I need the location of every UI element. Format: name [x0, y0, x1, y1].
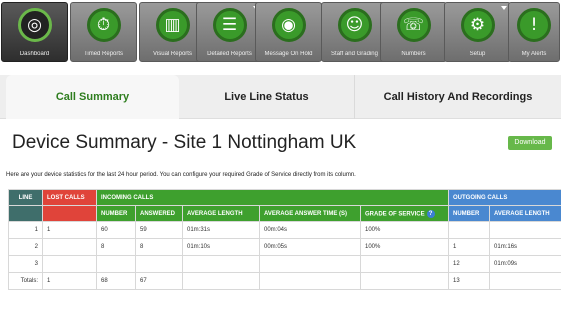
summary-description: Here are your device statistics for the …: [6, 172, 356, 178]
dashboard-icon: ◎: [17, 8, 52, 42]
device-stats-table: LINE LOST CALLS INCOMING CALLS OUTGOING …: [8, 189, 561, 290]
outgoing-number-cell: 1: [448, 238, 491, 256]
average-length-total: [182, 272, 260, 290]
grade-of-service-cell[interactable]: 100%: [359, 238, 450, 256]
table-group-header-row: LINE LOST CALLS INCOMING CALLS OUTGOING …: [8, 189, 561, 206]
totals-row: Totals: 1 68 67 13: [8, 272, 561, 290]
setup-button[interactable]: ⚙ Setup: [444, 2, 511, 62]
lost-calls-cell: 1: [42, 221, 97, 239]
incoming-number-cell: [96, 255, 136, 273]
average-length-cell: 01m:10s: [182, 238, 260, 256]
bar-chart-icon: ▥: [155, 8, 190, 42]
chevron-down-icon: [501, 6, 507, 10]
grade-of-service-label: GRADE OF SERVICE: [365, 211, 425, 218]
message-on-hold-button[interactable]: ◉ Message On Hold: [255, 2, 322, 62]
answered-cell: [135, 255, 183, 273]
message-on-hold-label: Message On Hold: [264, 51, 313, 57]
line-cell: 1: [8, 221, 43, 239]
answered-header[interactable]: ANSWERED: [135, 205, 183, 222]
help-icon[interactable]: ?: [426, 209, 435, 218]
setup-label: Setup: [469, 51, 486, 57]
line-subheader: [8, 205, 43, 222]
table-row: 3 12 01m:09s: [8, 255, 561, 273]
lost-calls-cell: [42, 238, 97, 256]
stopwatch-icon: ⏱: [86, 8, 121, 42]
average-answer-time-total: [259, 272, 361, 290]
incoming-calls-header: INCOMING CALLS: [95, 189, 450, 206]
outgoing-average-length-total: [489, 272, 561, 290]
dashboard-button[interactable]: ◎ Dashboard: [1, 2, 68, 62]
tab-call-summary[interactable]: Call Summary: [6, 75, 179, 119]
line-cell: 2: [8, 238, 43, 256]
outgoing-average-length-cell: 01m:16s: [489, 238, 561, 256]
lost-subheader: [42, 205, 97, 222]
incoming-number-header[interactable]: NUMBER: [96, 205, 136, 222]
average-answer-time-cell: 00m:04s: [259, 221, 361, 239]
alert-icon: !: [517, 8, 551, 42]
numbers-label: Numbers: [401, 51, 426, 57]
report-list-icon: ☰: [212, 8, 247, 42]
grade-of-service-header[interactable]: GRADE OF SERVICE?: [359, 205, 450, 222]
main-toolbar: ◎ Dashboard ⏱ Timed Reports ▥ Visual Rep…: [0, 0, 561, 66]
line-cell: 3: [8, 255, 43, 273]
table-sub-header-row: NUMBER ANSWERED AVERAGE LENGTH AVERAGE A…: [8, 205, 561, 222]
average-length-cell: [182, 255, 260, 273]
timed-reports-button[interactable]: ⏱ Timed Reports: [70, 2, 137, 62]
table-row: 2 8 8 01m:10s 00m:05s 100% 1 01m:16s: [8, 238, 561, 256]
answered-total: 67: [135, 272, 183, 290]
outgoing-number-cell: [448, 221, 491, 239]
average-answer-time-cell: 00m:05s: [259, 238, 361, 256]
my-alerts-button[interactable]: ! My Alerts: [508, 2, 560, 62]
download-button[interactable]: Download: [508, 136, 552, 150]
outgoing-average-length-cell: 01m:09s: [489, 255, 561, 273]
dashboard-label: Dashboard: [19, 51, 50, 57]
answered-cell: 59: [135, 221, 183, 239]
average-answer-time-cell: [259, 255, 361, 273]
tab-call-history[interactable]: Call History And Recordings: [355, 75, 561, 119]
detailed-reports-button[interactable]: ☰ Detailed Reports: [196, 2, 263, 62]
outgoing-number-total: 13: [448, 272, 491, 290]
answered-cell: 8: [135, 238, 183, 256]
gear-icon: ⚙: [460, 8, 495, 42]
lost-calls-header: LOST CALLS: [42, 189, 97, 206]
staff-icon: ☺: [337, 8, 372, 42]
page-title: Device Summary - Site 1 Nottingham UK: [12, 132, 357, 153]
grade-of-service-cell[interactable]: 100%: [359, 221, 450, 239]
numbers-button[interactable]: ☏ Numbers: [380, 2, 447, 62]
outgoing-average-length-cell: [489, 221, 561, 239]
average-length-header[interactable]: AVERAGE LENGTH: [182, 205, 260, 222]
average-answer-time-header[interactable]: AVERAGE ANSWER TIME (S): [259, 205, 361, 222]
grade-of-service-total: [359, 272, 450, 290]
lost-calls-cell: [42, 255, 97, 273]
outgoing-number-cell: 12: [448, 255, 491, 273]
staff-and-grading-label: Staff and Grading: [331, 51, 378, 57]
table-row: 1 1 60 59 01m:31s 00m:04s 100%: [8, 221, 561, 239]
timed-reports-label: Timed Reports: [83, 51, 124, 57]
phone-icon: ☏: [396, 8, 431, 42]
outgoing-average-length-header[interactable]: AVERAGE LENGTH: [489, 205, 561, 222]
tab-live-line-status[interactable]: Live Line Status: [179, 75, 355, 119]
staff-and-grading-button[interactable]: ☺ Staff and Grading: [321, 2, 388, 62]
lost-calls-total: 1: [42, 272, 97, 290]
totals-label: Totals:: [8, 272, 43, 290]
tab-bar: Call Summary Live Line Status Call Histo…: [0, 75, 561, 119]
grade-of-service-cell[interactable]: [359, 255, 450, 273]
detailed-reports-label: Detailed Reports: [207, 51, 252, 57]
incoming-number-cell: 8: [96, 238, 136, 256]
outgoing-number-header[interactable]: NUMBER: [448, 205, 491, 222]
average-length-cell: 01m:31s: [182, 221, 260, 239]
incoming-number-cell: 60: [96, 221, 136, 239]
incoming-number-total: 68: [96, 272, 136, 290]
line-column-header: LINE: [8, 189, 43, 206]
speaker-icon: ◉: [271, 8, 306, 42]
outgoing-calls-header: OUTGOING CALLS: [448, 189, 561, 206]
my-alerts-label: My Alerts: [521, 51, 547, 57]
